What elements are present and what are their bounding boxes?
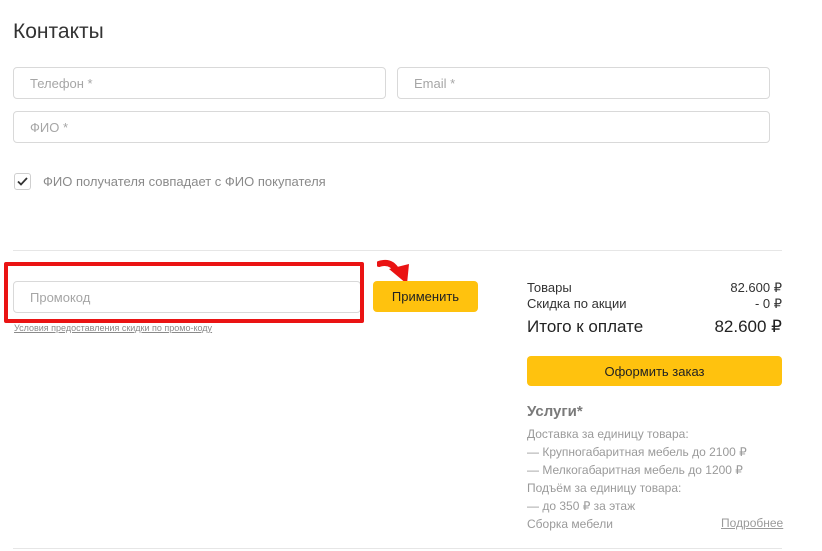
apply-promo-button[interactable]: Применить	[373, 281, 478, 312]
services-line: — Крупногабаритная мебель до 2100 ₽	[527, 445, 747, 459]
summary-discount-row: Скидка по акции - 0 ₽	[527, 296, 782, 312]
contacts-title: Контакты	[13, 20, 104, 43]
section-divider	[13, 250, 782, 251]
highlight-box	[4, 262, 364, 323]
promo-terms-link[interactable]: Условия предоставления скидки по промо-к…	[14, 323, 212, 333]
same-recipient-checkbox[interactable]	[14, 173, 31, 190]
services-line: Подъём за единицу товара:	[527, 481, 682, 495]
checkmark-icon	[17, 177, 28, 186]
email-field[interactable]	[397, 67, 770, 99]
services-title: Услуги*	[527, 403, 583, 420]
goods-label: Товары	[527, 280, 572, 295]
goods-value: 82.600 ₽	[730, 280, 782, 295]
services-line: Доставка за единицу товара:	[527, 427, 689, 441]
total-value: 82.600 ₽	[714, 317, 782, 336]
phone-field[interactable]	[13, 67, 386, 99]
summary-total-row: Итого к оплате 82.600 ₽	[527, 317, 782, 337]
same-recipient-label: ФИО получателя совпадает с ФИО покупател…	[43, 174, 326, 189]
services-line: Сборка мебели	[527, 517, 613, 531]
bottom-divider	[13, 548, 782, 549]
discount-value: - 0 ₽	[754, 296, 782, 311]
summary-goods-row: Товары 82.600 ₽	[527, 280, 782, 296]
total-label: Итого к оплате	[527, 317, 644, 336]
full-name-field[interactable]	[13, 111, 770, 143]
services-more-link[interactable]: Подробнее	[721, 516, 783, 530]
checkout-button[interactable]: Оформить заказ	[527, 356, 782, 386]
services-line: — до 350 ₽ за этаж	[527, 499, 636, 513]
discount-label: Скидка по акции	[527, 296, 627, 311]
services-line: — Мелкогабаритная мебель до 1200 ₽	[527, 463, 743, 477]
